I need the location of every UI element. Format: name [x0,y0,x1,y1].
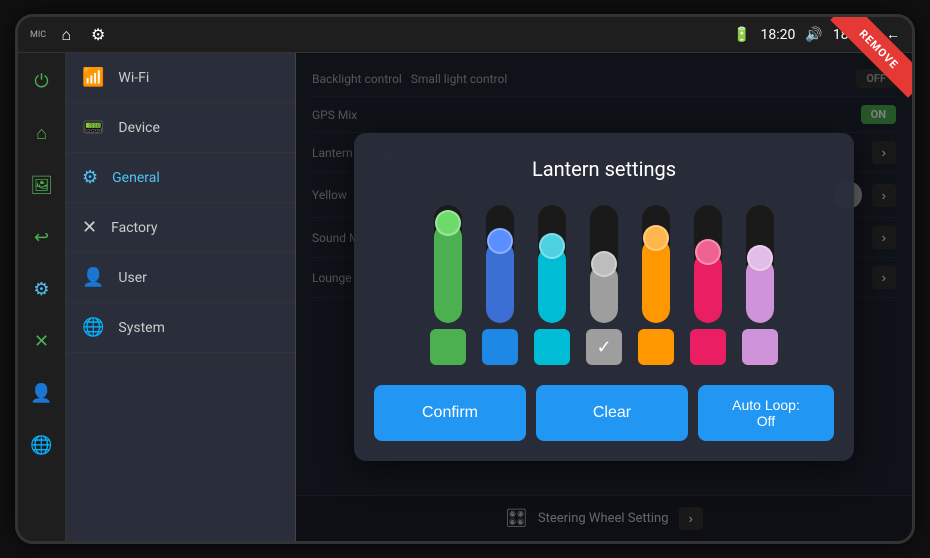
battery-icon: 🔋 [733,27,750,43]
slider-blue-col [482,205,518,365]
modal-overlay: Lantern settings [296,53,912,541]
device-icon: 📟 [82,117,104,138]
settings-icon[interactable]: ⚙ [86,23,110,47]
sidebar-display[interactable]: 🖼 [24,167,60,203]
slider-white-thumb [591,251,617,277]
slider-green-thumb [435,210,461,236]
swatch-cyan[interactable] [534,329,570,365]
slider-purple-thumb [747,245,773,271]
factory-label: Factory [111,220,157,236]
sliders-area: ✓ [374,205,834,365]
user-label: User [118,270,146,286]
modal-title: Lantern settings [374,157,834,181]
status-left: MIC ⌂ ⚙ [30,23,110,47]
slider-orange-track[interactable] [642,205,670,323]
slider-purple-track[interactable] [746,205,774,323]
general-label: General [112,170,160,186]
device-label: Device [118,120,159,136]
slider-white-col: ✓ [586,205,622,365]
remove-ribbon: REMOVE [822,17,912,107]
system-label: System [118,320,164,336]
settings-item-device[interactable]: 📟 Device [66,103,295,153]
slider-blue-thumb [487,228,513,254]
slider-cyan-col [534,205,570,365]
device-frame: REMOVE MIC ⌂ ⚙ 🔋 18:20 🔊 18 ⬜ ← ⏻ ⌂ 🖼 ↩ … [15,14,915,544]
slider-pink-col [690,205,726,365]
sidebar-back[interactable]: ↩ [24,219,60,255]
slider-purple-col [742,205,778,365]
settings-item-wifi[interactable]: 📶 Wi-Fi [66,53,295,103]
status-bar: MIC ⌂ ⚙ 🔋 18:20 🔊 18 ⬜ ← [18,17,912,53]
modal-buttons: Confirm Clear Auto Loop: Off [374,385,834,441]
slider-green-track[interactable] [434,205,462,323]
swatch-white[interactable]: ✓ [586,329,622,365]
right-content: Backlight control Small light control OF… [296,53,912,541]
mic-label: MIC [30,30,46,40]
system-icon: 🌐 [82,317,104,338]
swatch-orange[interactable] [638,329,674,365]
settings-item-factory[interactable]: ✕ Factory [66,203,295,253]
home-icon[interactable]: ⌂ [54,23,78,47]
swatch-purple[interactable] [742,329,778,365]
sidebar-settings[interactable]: ⚙ [24,271,60,307]
slider-blue-track[interactable] [486,205,514,323]
clear-button[interactable]: Clear [536,385,688,441]
wifi-icon: 📶 [82,67,104,88]
slider-orange-col [638,205,674,365]
wifi-label: Wi-Fi [118,70,149,86]
slider-white-track[interactable] [590,205,618,323]
sidebar-tools[interactable]: ✕ [24,323,60,359]
user-icon: 👤 [82,267,104,288]
sidebar-home[interactable]: ⌂ [24,115,60,151]
slider-orange-thumb [643,225,669,251]
time-display: 18:20 [761,27,796,43]
swatch-blue[interactable] [482,329,518,365]
slider-green-col [430,205,466,365]
volume-icon: 🔊 [805,27,822,43]
swatch-green[interactable] [430,329,466,365]
slider-green-fill [434,223,462,324]
settings-panel: 📶 Wi-Fi 📟 Device ⚙ General ✕ Factory 👤 U… [66,53,296,541]
remove-label: REMOVE [830,17,912,98]
settings-item-system[interactable]: 🌐 System [66,303,295,353]
sidebar-user[interactable]: 👤 [24,375,60,411]
settings-item-general[interactable]: ⚙ General [66,153,295,203]
main-content: ⏻ ⌂ 🖼 ↩ ⚙ ✕ 👤 🌐 📶 Wi-Fi 📟 Device ⚙ Gener… [18,53,912,541]
left-sidebar: ⏻ ⌂ 🖼 ↩ ⚙ ✕ 👤 🌐 [18,53,66,541]
confirm-button[interactable]: Confirm [374,385,526,441]
autoloop-button[interactable]: Auto Loop: Off [698,385,834,441]
factory-icon: ✕ [82,217,97,238]
general-icon: ⚙ [82,167,98,188]
sidebar-power[interactable]: ⏻ [24,63,60,99]
slider-pink-thumb [695,239,721,265]
swatch-pink[interactable] [690,329,726,365]
lantern-modal: Lantern settings [354,133,854,461]
sidebar-globe[interactable]: 🌐 [24,427,60,463]
slider-cyan-thumb [539,233,565,259]
settings-item-user[interactable]: 👤 User [66,253,295,303]
slider-cyan-track[interactable] [538,205,566,323]
slider-pink-track[interactable] [694,205,722,323]
